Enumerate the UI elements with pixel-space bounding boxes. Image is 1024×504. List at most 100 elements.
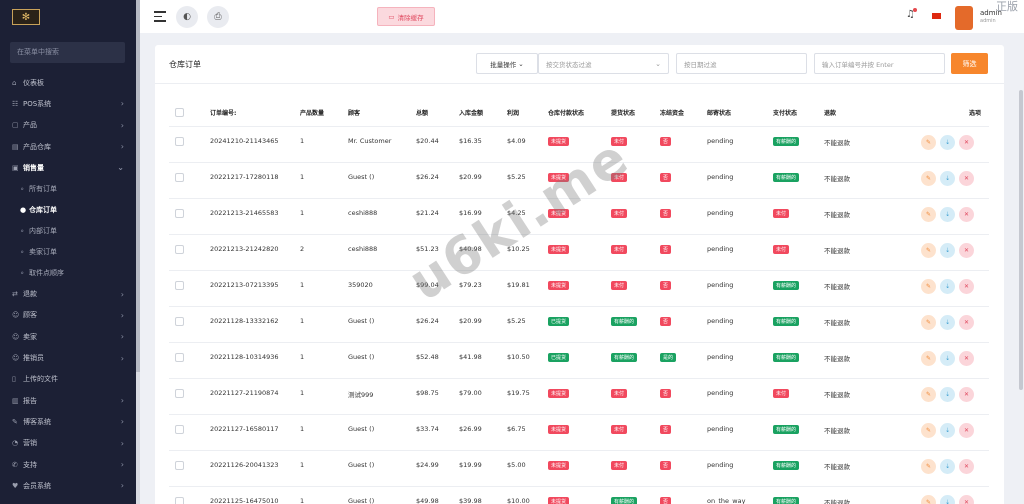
edit-icon[interactable]: ✎: [921, 135, 936, 150]
globe-icon[interactable]: ◐: [176, 6, 198, 28]
delete-icon[interactable]: ✕: [959, 495, 974, 504]
notification-bell-icon[interactable]: ♫: [906, 8, 917, 20]
sidebar-item-menu2-2[interactable]: ☺ 卖家 ›: [0, 326, 136, 347]
edit-icon[interactable]: ✎: [921, 207, 936, 222]
edit-icon[interactable]: ✎: [921, 351, 936, 366]
delete-icon[interactable]: ✕: [959, 207, 974, 222]
edit-icon[interactable]: ✎: [921, 171, 936, 186]
pos-icon[interactable]: ⎙: [207, 6, 229, 28]
delete-icon[interactable]: ✕: [959, 315, 974, 330]
order-search-input[interactable]: 输入订单编号并按 Enter: [814, 53, 945, 74]
download-icon[interactable]: ⇣: [940, 387, 955, 402]
order-cell[interactable]: 20241210-21143465: [210, 127, 279, 162]
sidebar-subitem-4[interactable]: ∘ 取件点顺序: [0, 262, 136, 283]
sidebar-item-menu2-3[interactable]: ☺ 推销员 ›: [0, 347, 136, 368]
wh-pay-cell: 已提货: [548, 307, 570, 342]
status-badge: 未付: [611, 209, 628, 218]
sidebar-item-menu-0[interactable]: ⌂ 仪表板: [0, 72, 136, 93]
edit-icon[interactable]: ✎: [921, 495, 936, 504]
order-cell[interactable]: 20221213-21242820: [210, 235, 279, 270]
delete-icon[interactable]: ✕: [959, 135, 974, 150]
sidebar-item-menu2-4[interactable]: ▯ 上传的文件: [0, 369, 136, 390]
sidebar-item-menu2-1[interactable]: ☺ 顾客 ›: [0, 305, 136, 326]
avatar[interactable]: [955, 6, 973, 30]
status-badge: 未付: [773, 389, 790, 398]
row-checkbox[interactable]: [175, 451, 184, 486]
row-checkbox[interactable]: [175, 487, 184, 504]
clear-cache-button[interactable]: ▭ 清除缓存: [377, 7, 435, 26]
edit-icon[interactable]: ✎: [921, 315, 936, 330]
sidebar-item-menu2-5[interactable]: ▥ 报告 ›: [0, 390, 136, 411]
select-all-checkbox[interactable]: [175, 99, 184, 126]
date-filter-input[interactable]: 按日期过滤: [676, 53, 807, 74]
column-header: 冻结资金: [660, 110, 685, 117]
sidebar-item-menu-2[interactable]: ▢ 产品 ›: [0, 115, 136, 136]
edit-icon[interactable]: ✎: [921, 459, 936, 474]
delete-icon[interactable]: ✕: [959, 171, 974, 186]
edit-icon[interactable]: ✎: [921, 279, 936, 294]
order-cell[interactable]: 20221128-10314936: [210, 343, 279, 378]
download-icon[interactable]: ⇣: [940, 135, 955, 150]
row-checkbox[interactable]: [175, 271, 184, 306]
column-header: 提货状态: [611, 110, 636, 117]
download-icon[interactable]: ⇣: [940, 351, 955, 366]
row-checkbox[interactable]: [175, 235, 184, 270]
sidebar-scrollbar[interactable]: [136, 0, 140, 504]
download-icon[interactable]: ⇣: [940, 171, 955, 186]
delete-icon[interactable]: ✕: [959, 243, 974, 258]
edit-icon[interactable]: ✎: [921, 423, 936, 438]
sidebar-item-menu2-7[interactable]: ◔ 营销 ›: [0, 433, 136, 454]
menu-toggle-icon[interactable]: [154, 11, 166, 25]
row-checkbox[interactable]: [175, 199, 184, 234]
bulk-action-dropdown[interactable]: 批量操作 ⌄: [476, 53, 538, 74]
order-cell[interactable]: 20221213-21465583: [210, 199, 279, 234]
row-checkbox[interactable]: [175, 307, 184, 342]
row-checkbox[interactable]: [175, 163, 184, 198]
delete-icon[interactable]: ✕: [959, 423, 974, 438]
delete-icon[interactable]: ✕: [959, 459, 974, 474]
sidebar-item-menu2-8[interactable]: ✆ 支持 ›: [0, 454, 136, 475]
delete-icon[interactable]: ✕: [959, 387, 974, 402]
download-icon[interactable]: ⇣: [940, 495, 955, 504]
order-cell[interactable]: 20221128-13332162: [210, 307, 279, 342]
sidebar-item-menu2-9[interactable]: ♥ 会员系统 ›: [0, 475, 136, 496]
order-cell[interactable]: 20221126-20041323: [210, 451, 279, 486]
sidebar-subitem-1[interactable]: ● 仓库订单: [0, 199, 136, 220]
row-checkbox[interactable]: [175, 415, 184, 450]
delete-icon[interactable]: ✕: [959, 279, 974, 294]
download-icon[interactable]: ⇣: [940, 243, 955, 258]
sidebar-item-menu-3[interactable]: ▤ 产品仓库 ›: [0, 136, 136, 157]
delete-icon[interactable]: ✕: [959, 351, 974, 366]
sidebar-subitem-0[interactable]: ∘ 所有订单: [0, 178, 136, 199]
sidebar-subitem-2[interactable]: ∘ 内部订单: [0, 220, 136, 241]
download-icon[interactable]: ⇣: [940, 207, 955, 222]
sidebar-subitem-3[interactable]: ∘ 卖家订单: [0, 241, 136, 262]
sidebar-item-menu-1[interactable]: ☷ POS系统 ›: [0, 93, 136, 114]
row-actions: ✎ ⇣ ✕: [921, 307, 974, 342]
edit-icon[interactable]: ✎: [921, 387, 936, 402]
edit-icon[interactable]: ✎: [921, 243, 936, 258]
order-cell[interactable]: 20221125-16475010: [210, 487, 279, 504]
sidebar-item-menu2-6[interactable]: ✎ 博客系统 ›: [0, 411, 136, 432]
row-checkbox[interactable]: [175, 343, 184, 378]
order-cell[interactable]: 20221213-07213395: [210, 271, 279, 306]
download-icon[interactable]: ⇣: [940, 315, 955, 330]
row-checkbox[interactable]: [175, 127, 184, 162]
row-checkbox[interactable]: [175, 379, 184, 414]
delivery-status-filter[interactable]: 按交货状态过滤 ⌄: [538, 53, 669, 74]
order-cell[interactable]: 20221127-16580117: [210, 415, 279, 450]
menu-search-input[interactable]: 在菜单中搜索: [10, 42, 125, 63]
main-scrollbar[interactable]: [1018, 40, 1024, 504]
order-cell[interactable]: 20221217-17280118: [210, 163, 279, 198]
pickup-cell: 未付: [611, 163, 628, 198]
download-icon[interactable]: ⇣: [940, 279, 955, 294]
order-cell[interactable]: 20221127-21190874: [210, 379, 279, 414]
sidebar-item-menu2-0[interactable]: ⇄ 退款 ›: [0, 283, 136, 304]
sidebar-item-menu-4[interactable]: ▣ 销售量 ⌄: [0, 157, 136, 178]
app-logo[interactable]: ✻: [12, 9, 40, 25]
filter-button[interactable]: 筛选: [951, 53, 988, 74]
profit-cell: $5.00: [507, 461, 526, 469]
download-icon[interactable]: ⇣: [940, 423, 955, 438]
language-flag-icon[interactable]: [932, 13, 941, 19]
download-icon[interactable]: ⇣: [940, 459, 955, 474]
